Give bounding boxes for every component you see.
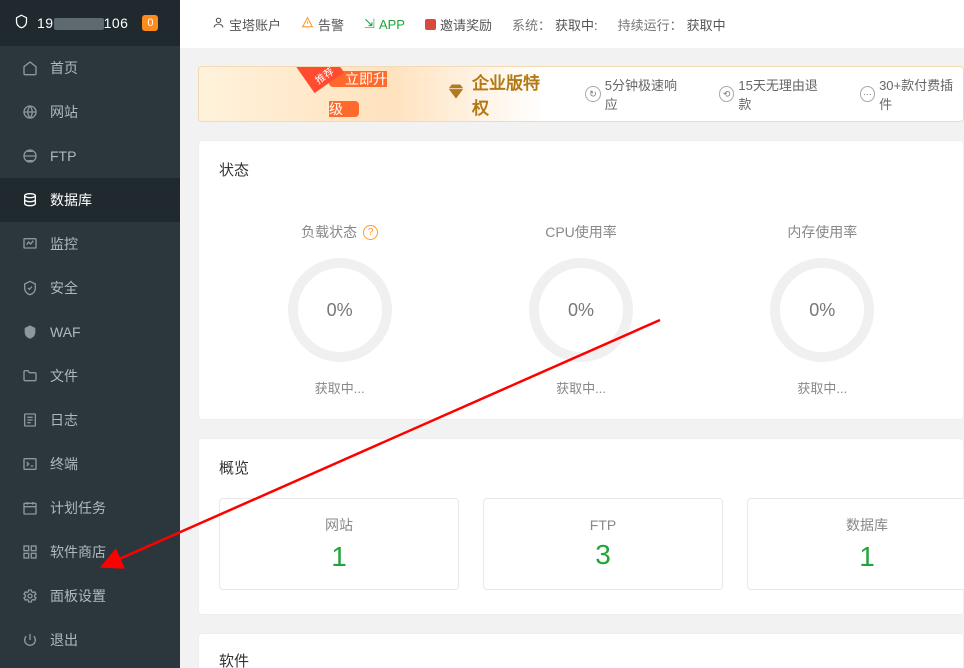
overview-title: 概览 bbox=[219, 457, 943, 484]
perk-refund: ⟲ 15天无理由退款 bbox=[719, 75, 828, 113]
software-title: 软件 bbox=[219, 650, 943, 668]
sidebar-item-label: WAF bbox=[50, 324, 81, 340]
topbar: 宝塔账户 告警 ⇲ APP 邀请奖励 系统： 获取中: 持续运行： 获取中 bbox=[180, 0, 964, 48]
topbar-uptime: 持续运行： 获取中 bbox=[618, 15, 726, 34]
sidebar-item-settings[interactable]: 面板设置 bbox=[0, 574, 180, 618]
network-icon bbox=[22, 148, 38, 164]
sidebar-item-label: 退出 bbox=[50, 630, 78, 650]
diamond-icon bbox=[446, 82, 466, 107]
sidebar-item-logs[interactable]: 日志 bbox=[0, 398, 180, 442]
sidebar-item-label: FTP bbox=[50, 148, 76, 164]
enterprise-privilege[interactable]: 企业版特权 bbox=[446, 69, 553, 119]
sidebar-item-label: 监控 bbox=[50, 234, 78, 254]
sidebar-item-logout[interactable]: 退出 bbox=[0, 618, 180, 662]
sidebar-item-monitor[interactable]: 监控 bbox=[0, 222, 180, 266]
overview-database[interactable]: 数据库 1 bbox=[747, 498, 964, 590]
sidebar-item-label: 日志 bbox=[50, 410, 78, 430]
sidebar-item-website[interactable]: 网站 bbox=[0, 90, 180, 134]
gift-icon bbox=[425, 19, 436, 30]
sidebar-item-database[interactable]: 数据库 bbox=[0, 178, 180, 222]
shield-icon bbox=[22, 324, 38, 340]
globe-icon bbox=[22, 104, 38, 120]
user-icon bbox=[212, 16, 225, 32]
folder-icon bbox=[22, 368, 38, 384]
sidebar-item-cron[interactable]: 计划任务 bbox=[0, 486, 180, 530]
upgrade-wrap: 推荐 立即升级 bbox=[329, 66, 414, 122]
gauge-ring: 0% bbox=[529, 258, 633, 362]
gauge-ring: 0% bbox=[288, 258, 392, 362]
overview-ftp[interactable]: FTP 3 bbox=[483, 498, 723, 590]
status-card: 状态 负载状态 ? 0% 获取中... CPU使用率 0% 获取中... 内存使… bbox=[198, 140, 964, 420]
database-icon bbox=[22, 192, 38, 208]
sidebar-item-waf[interactable]: WAF bbox=[0, 310, 180, 354]
sidebar-item-terminal[interactable]: 终端 bbox=[0, 442, 180, 486]
topbar-alert[interactable]: 告警 bbox=[301, 15, 344, 34]
overview-card: 概览 网站 1 FTP 3 数据库 1 bbox=[198, 438, 964, 615]
sidebar-item-label: 首页 bbox=[50, 58, 78, 78]
main-area: 宝塔账户 告警 ⇲ APP 邀请奖励 系统： 获取中: 持续运行： 获取中 推荐 bbox=[180, 0, 964, 668]
software-card: 软件 bbox=[198, 633, 964, 668]
help-icon[interactable]: ? bbox=[363, 225, 378, 240]
sidebar-item-label: 数据库 bbox=[50, 190, 92, 210]
shield-check-icon bbox=[22, 280, 38, 296]
topbar-app[interactable]: ⇲ APP bbox=[364, 16, 405, 32]
sidebar-item-files[interactable]: 文件 bbox=[0, 354, 180, 398]
gauge-cpu: CPU使用率 0% 获取中... bbox=[460, 222, 701, 397]
upgrade-button[interactable]: 立即升级 bbox=[329, 71, 387, 117]
clock-icon: ↻ bbox=[585, 86, 601, 102]
log-icon bbox=[22, 412, 38, 428]
panel-logo-icon bbox=[14, 14, 29, 33]
notification-badge[interactable]: 0 bbox=[142, 15, 158, 31]
terminal-icon bbox=[22, 456, 38, 472]
topbar-system: 系统： 获取中: bbox=[512, 15, 598, 34]
sidebar-item-security[interactable]: 安全 bbox=[0, 266, 180, 310]
power-icon bbox=[22, 632, 38, 648]
sidebar-header: 19106 0 bbox=[0, 0, 180, 46]
sidebar-item-home[interactable]: 首页 bbox=[0, 46, 180, 90]
calendar-icon bbox=[22, 500, 38, 516]
promo-banner: 推荐 立即升级 企业版特权 ↻ 5分钟极速响应 ⟲ 15天无理由退款 ⋯ 30+… bbox=[198, 66, 964, 122]
sidebar-item-label: 计划任务 bbox=[50, 498, 106, 518]
sidebar-item-label: 终端 bbox=[50, 454, 78, 474]
sidebar-item-label: 网站 bbox=[50, 102, 78, 122]
sidebar: 19106 0 首页 网站 FTP 数据库 监控 安全 WAF 文件 日志 bbox=[0, 0, 180, 668]
status-title: 状态 bbox=[219, 159, 943, 186]
monitor-icon bbox=[22, 236, 38, 252]
sidebar-item-label: 安全 bbox=[50, 278, 78, 298]
gauge-mem: 内存使用率 0% 获取中... bbox=[702, 222, 943, 397]
perk-fast-response: ↻ 5分钟极速响应 bbox=[585, 75, 687, 113]
perk-plugins: ⋯ 30+款付费插件 bbox=[860, 75, 963, 113]
gauge-load: 负载状态 ? 0% 获取中... bbox=[219, 222, 460, 397]
sidebar-item-label: 面板设置 bbox=[50, 586, 106, 606]
app-icon: ⇲ bbox=[364, 16, 375, 32]
sidebar-item-appstore[interactable]: 软件商店 bbox=[0, 530, 180, 574]
sidebar-item-label: 文件 bbox=[50, 366, 78, 386]
sidebar-item-ftp[interactable]: FTP bbox=[0, 134, 180, 178]
gear-icon bbox=[22, 588, 38, 604]
overview-website[interactable]: 网站 1 bbox=[219, 498, 459, 590]
topbar-account[interactable]: 宝塔账户 bbox=[212, 15, 281, 34]
server-ip: 19106 bbox=[37, 15, 128, 31]
apps-icon bbox=[22, 544, 38, 560]
refund-icon: ⟲ bbox=[719, 86, 735, 102]
home-icon bbox=[22, 60, 38, 76]
alert-icon bbox=[301, 16, 314, 32]
plugin-icon: ⋯ bbox=[860, 86, 876, 102]
topbar-invite[interactable]: 邀请奖励 bbox=[425, 15, 492, 34]
gauge-ring: 0% bbox=[770, 258, 874, 362]
sidebar-item-label: 软件商店 bbox=[50, 542, 106, 562]
